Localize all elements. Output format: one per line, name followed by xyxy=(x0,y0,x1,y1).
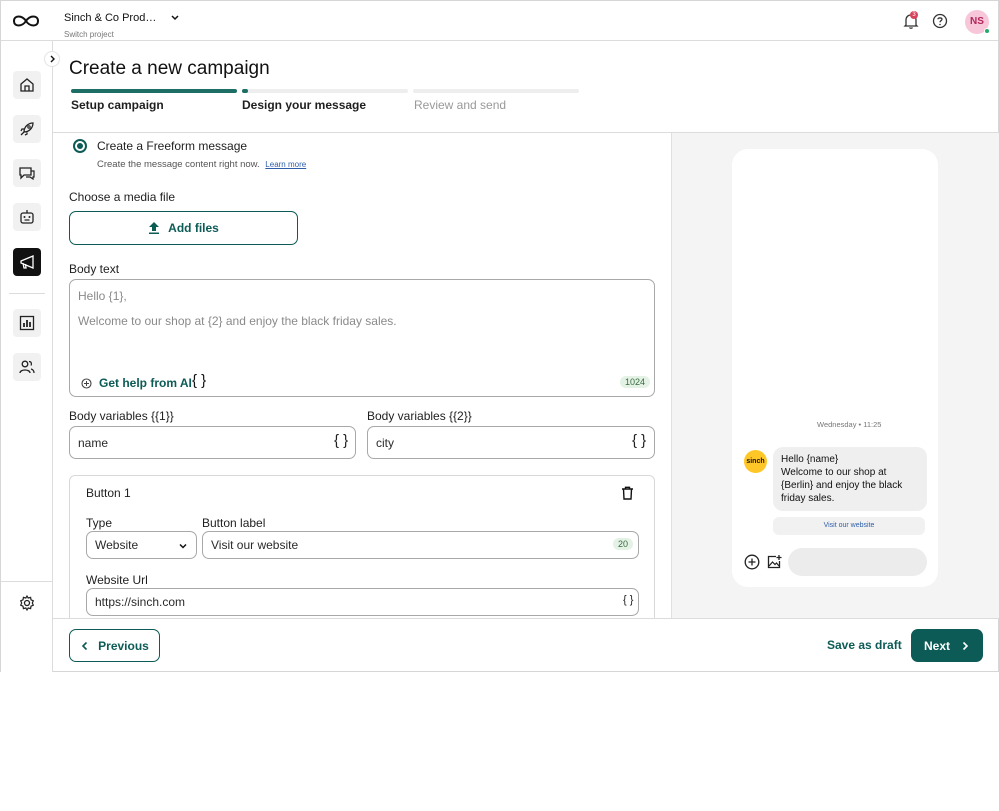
body-variable-2-input[interactable]: city { } xyxy=(367,426,655,459)
sidebar-item-home[interactable] xyxy=(13,71,41,99)
gear-icon xyxy=(19,594,35,612)
body-variable-2-value: city xyxy=(376,436,394,450)
form-scroll-clip: Button 1 Type Website Button label Visit… xyxy=(53,471,670,618)
step-progress-fill xyxy=(242,89,248,93)
sidebar-divider xyxy=(1,581,52,582)
button-label-counter: 20 xyxy=(613,538,634,550)
sidebar-item-settings[interactable] xyxy=(18,594,36,617)
project-name[interactable]: Sinch & Co Productions xyxy=(64,12,160,24)
variable-braces-icon[interactable]: { } xyxy=(623,594,633,606)
app-window: Sinch & Co Productions Switch project 3 … xyxy=(0,0,999,672)
website-url-label: Website Url xyxy=(86,573,148,587)
home-icon xyxy=(20,78,34,92)
step-label-review: Review and send xyxy=(414,98,507,112)
switch-project-label: Switch project xyxy=(64,30,114,39)
ai-brain-icon xyxy=(81,377,92,389)
button-card: Button 1 Type Website Button label Visit… xyxy=(69,475,655,618)
step-progress-bar xyxy=(413,89,579,93)
button-label-value: Visit our website xyxy=(211,538,299,552)
sidebar-item-campaigns[interactable] xyxy=(13,248,41,276)
top-bar: Sinch & Co Productions Switch project 3 … xyxy=(1,1,998,41)
ai-help-label: Get help from AI xyxy=(99,376,192,390)
body-variable-2-label: Body variables {{2}} xyxy=(367,409,472,423)
button-type-label: Type xyxy=(86,516,113,530)
chevron-left-icon xyxy=(82,641,88,650)
freeform-radio[interactable] xyxy=(73,139,87,153)
save-draft-button[interactable]: Save as draft xyxy=(827,638,902,652)
chevron-down-icon xyxy=(179,543,187,549)
sidebar-toggle-button[interactable] xyxy=(44,51,60,67)
add-files-label: Add files xyxy=(168,221,219,235)
sidebar-divider xyxy=(9,293,45,294)
megaphone-icon xyxy=(20,255,34,269)
button-label-label: Button label xyxy=(202,516,266,530)
sidebar-item-conversations[interactable] xyxy=(13,159,41,187)
freeform-description: Create the message content right now. Le… xyxy=(97,159,306,170)
button-type-value: Website xyxy=(95,538,139,552)
next-button[interactable]: Next xyxy=(911,629,983,662)
sidebar-item-bots[interactable] xyxy=(13,203,41,231)
chevron-down-icon[interactable] xyxy=(168,11,182,25)
ai-help-button[interactable]: Get help from AI xyxy=(80,376,192,390)
chat-icon xyxy=(19,167,35,181)
body-text-label: Body text xyxy=(69,262,120,276)
button-card-title: Button 1 xyxy=(86,486,131,500)
insert-variable-icon[interactable]: { } xyxy=(192,372,206,389)
step-label-design[interactable]: Design your message xyxy=(242,98,366,112)
radio-selected-dot xyxy=(77,143,83,149)
trash-icon[interactable] xyxy=(621,486,634,500)
step-progress-bar xyxy=(71,89,237,93)
chevron-right-icon xyxy=(50,55,55,63)
sender-avatar: sinch xyxy=(744,450,767,473)
plus-circle-icon xyxy=(744,554,760,570)
bar-chart-icon xyxy=(19,315,35,331)
sidebar-item-analytics[interactable] xyxy=(13,309,41,337)
next-label: Next xyxy=(923,638,950,653)
sidebar xyxy=(1,41,60,672)
sidebar-item-contacts[interactable] xyxy=(13,353,41,381)
preview-timestamp: Wednesday • 11:25 xyxy=(817,420,882,429)
body-text-line-2: Welcome to our shop at {2} and enjoy the… xyxy=(78,314,397,328)
image-add-icon xyxy=(767,555,782,569)
preview-website-chip: Visit our website xyxy=(773,517,925,535)
variable-braces-icon[interactable]: { } xyxy=(334,432,348,449)
learn-more-link[interactable]: Learn more xyxy=(265,160,306,169)
body-text-line-1: Hello {1}, xyxy=(78,289,127,303)
notification-badge: 3 xyxy=(910,11,918,19)
body-text-input[interactable]: Hello {1}, Welcome to our shop at {2} an… xyxy=(69,279,655,397)
button-type-select[interactable]: Website xyxy=(86,531,197,559)
body-char-counter: 1024 xyxy=(620,376,651,388)
body-variable-1-label: Body variables {{1}} xyxy=(69,409,174,423)
body-variable-1-input[interactable]: name { } xyxy=(69,426,356,459)
add-files-button[interactable]: Add files xyxy=(69,211,298,245)
sidebar-item-launch[interactable] xyxy=(13,115,41,143)
preview-message-bubble: Hello {name} Welcome to our shop at {Ber… xyxy=(773,447,927,511)
users-icon xyxy=(19,360,35,374)
button-label-input[interactable]: Visit our website 20 xyxy=(202,531,639,559)
website-url-value: https://sinch.com xyxy=(95,595,186,609)
freeform-description-text: Create the message content right now. xyxy=(97,159,260,170)
rocket-icon xyxy=(20,122,34,136)
freeform-radio-label[interactable]: Create a Freeform message xyxy=(97,139,247,153)
variable-braces-icon[interactable]: { } xyxy=(632,432,646,449)
footer-divider xyxy=(53,618,999,619)
upload-icon xyxy=(149,222,160,234)
help-icon[interactable] xyxy=(932,13,948,29)
chevron-right-icon xyxy=(962,641,969,650)
website-url-input[interactable]: https://sinch.com { } xyxy=(86,588,639,616)
preview-message-text: Hello {name} Welcome to our shop at {Ber… xyxy=(781,454,903,504)
step-progress-bar xyxy=(242,89,408,93)
previous-label: Previous xyxy=(98,638,149,653)
step-label-setup[interactable]: Setup campaign xyxy=(71,98,164,112)
sinch-logo-icon[interactable] xyxy=(11,12,41,30)
robot-icon xyxy=(20,210,34,224)
previous-button[interactable]: Previous xyxy=(69,629,160,662)
preview-compose-field xyxy=(788,548,927,576)
body-variable-1-value: name xyxy=(78,436,109,450)
page-title: Create a new campaign xyxy=(69,58,270,79)
project-switcher[interactable]: Sinch & Co Productions Switch project xyxy=(64,9,182,39)
media-file-label: Choose a media file xyxy=(69,190,176,204)
online-status-dot xyxy=(984,28,990,34)
